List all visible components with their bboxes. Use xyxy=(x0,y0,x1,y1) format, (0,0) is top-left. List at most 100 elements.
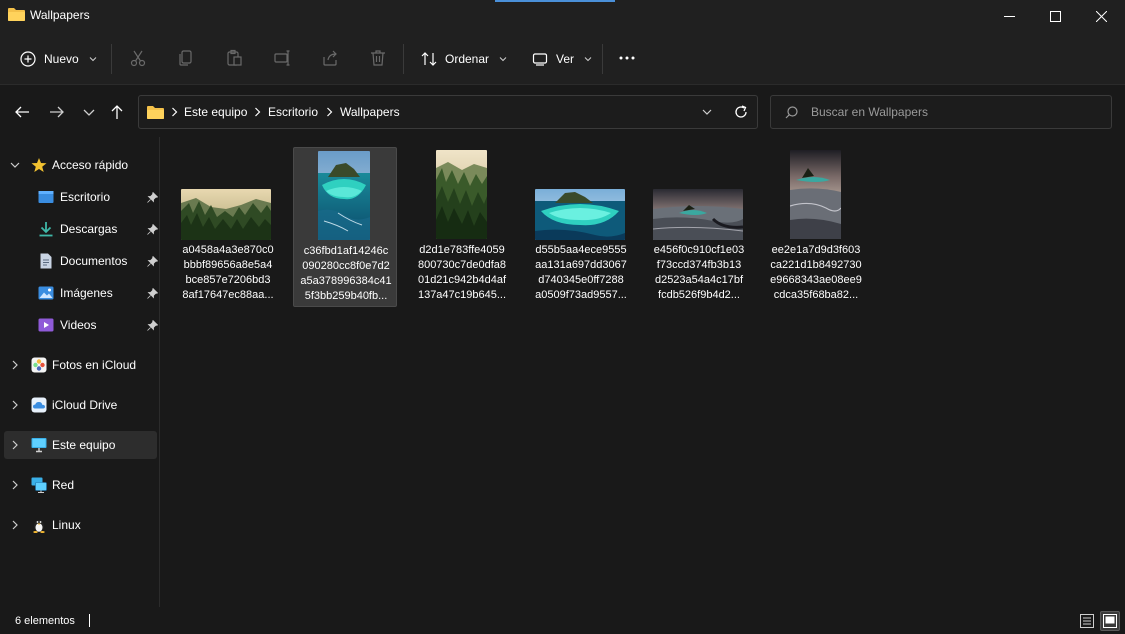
search-placeholder: Buscar en Wallpapers xyxy=(811,105,928,119)
breadcrumb-wallpapers[interactable]: Wallpapers xyxy=(340,105,400,119)
copy-icon[interactable] xyxy=(177,49,195,67)
sort-icon xyxy=(421,52,437,66)
command-bar: Nuevo Ordenar Ver xyxy=(0,32,1125,85)
pin-icon[interactable] xyxy=(147,320,158,331)
recent-locations-icon[interactable] xyxy=(80,103,98,121)
breadcrumb-este-equipo[interactable]: Este equipo xyxy=(184,105,247,119)
large-icons-view-button[interactable] xyxy=(1100,611,1120,631)
file-name-line: 137a47c19b645... xyxy=(417,289,507,301)
chevron-right-icon[interactable] xyxy=(10,400,20,410)
file-item[interactable]: a0458a4a3e870c0 bbbf89656a8e5a4 bce857e7… xyxy=(176,147,280,307)
rename-icon[interactable] xyxy=(273,49,291,67)
chevron-down-icon[interactable] xyxy=(702,107,712,117)
chevron-down-icon[interactable] xyxy=(10,160,20,170)
chevron-right-icon xyxy=(327,107,333,117)
icloud-drive-icon xyxy=(31,397,47,413)
sidebar-item-este-equipo[interactable]: Este equipo xyxy=(4,431,157,459)
file-name: d2d1e783ffe4059 800730c7de0dfa8 01d21c94… xyxy=(412,243,512,303)
chevron-right-icon[interactable] xyxy=(10,520,20,530)
file-item[interactable]: d55b5aa4ece9555 aa131a697dd3067 d740345e… xyxy=(529,147,633,307)
file-item[interactable]: ee2e1a7d9d3f603 ca221d1b8492730 e9668343… xyxy=(764,147,868,307)
image-thumbnail xyxy=(318,151,370,240)
sidebar-item-label: Documentos xyxy=(60,254,128,268)
file-name-line: a5a378996384c41 xyxy=(300,275,392,287)
chevron-down-icon xyxy=(499,57,507,62)
pin-icon[interactable] xyxy=(147,288,158,299)
sidebar-item-quick-access[interactable]: Acceso rápido xyxy=(4,151,157,179)
file-item[interactable]: e456f0c910cf1e03 f73ccd374fb3b13 d2523a5… xyxy=(647,147,751,307)
file-name-line: 5f3bb259b40fb... xyxy=(304,290,388,302)
file-name: ee2e1a7d9d3f603 ca221d1b8492730 e9668343… xyxy=(766,243,866,303)
title-accent-line xyxy=(495,0,615,2)
large-icons-view-icon xyxy=(1103,614,1117,628)
chevron-right-icon[interactable] xyxy=(10,440,20,450)
sidebar-item-imagenes[interactable]: Imágenes xyxy=(4,279,158,307)
maximize-icon xyxy=(1049,10,1061,22)
back-arrow-icon[interactable] xyxy=(13,103,31,121)
view-label: Ver xyxy=(556,52,575,66)
chevron-right-icon[interactable] xyxy=(10,480,20,490)
sidebar-item-label: Este equipo xyxy=(52,438,116,452)
sidebar-item-linux[interactable]: Linux xyxy=(4,511,157,539)
file-item[interactable]: d2d1e783ffe4059 800730c7de0dfa8 01d21c94… xyxy=(410,147,514,307)
file-name: a0458a4a3e870c0 bbbf89656a8e5a4 bce857e7… xyxy=(178,243,278,303)
pin-icon[interactable] xyxy=(147,256,158,267)
toolbar-divider xyxy=(403,44,404,74)
item-count: 6 elementos xyxy=(15,615,75,627)
chevron-down-icon xyxy=(89,57,97,62)
chevron-right-icon xyxy=(172,107,178,117)
file-name: c36fbd1af14246c 090280cc8f0e7d2 a5a37899… xyxy=(296,244,396,304)
plus-circle-icon xyxy=(20,51,36,67)
file-name-line: bce857e7206bd3 xyxy=(185,274,271,286)
title-bar: Wallpapers xyxy=(0,0,1125,32)
sidebar-item-label: Escritorio xyxy=(60,190,111,204)
cut-icon[interactable] xyxy=(129,49,147,67)
star-icon xyxy=(31,158,47,172)
close-button[interactable] xyxy=(1078,0,1124,32)
details-view-button[interactable] xyxy=(1077,611,1097,631)
sidebar-item-label: Imágenes xyxy=(60,286,113,300)
sidebar-item-label: Acceso rápido xyxy=(52,158,129,172)
delete-icon[interactable] xyxy=(369,49,387,67)
file-name-line: e9668343ae08ee9 xyxy=(770,274,862,286)
up-arrow-icon[interactable] xyxy=(108,103,126,121)
sort-label: Ordenar xyxy=(445,52,490,66)
details-view-icon xyxy=(1080,614,1094,628)
file-name-line: d2d1e783ffe4059 xyxy=(419,244,505,256)
document-icon xyxy=(40,253,52,269)
breadcrumb-escritorio[interactable]: Escritorio xyxy=(268,105,318,119)
image-thumbnail xyxy=(653,189,743,240)
share-icon[interactable] xyxy=(321,49,339,67)
file-name-line: f73ccd374fb3b13 xyxy=(656,259,742,271)
file-name-line: aa131a697dd3067 xyxy=(535,259,627,271)
icloud-photos-icon xyxy=(31,357,47,373)
new-button[interactable]: Nuevo xyxy=(20,44,97,74)
file-name-line: cdca35f68ba82... xyxy=(773,289,859,301)
address-bar[interactable]: Este equipo Escritorio Wallpapers xyxy=(138,95,758,129)
sidebar-item-descargas[interactable]: Descargas xyxy=(4,215,158,243)
sidebar-item-red[interactable]: Red xyxy=(4,471,157,499)
sidebar-item-fotos-icloud[interactable]: Fotos en iCloud xyxy=(4,351,157,379)
chevron-right-icon[interactable] xyxy=(10,360,20,370)
paste-icon[interactable] xyxy=(225,49,243,67)
file-name-line: 800730c7de0dfa8 xyxy=(417,259,507,271)
minimize-button[interactable] xyxy=(986,0,1032,32)
file-item-selected[interactable]: c36fbd1af14246c 090280cc8f0e7d2 a5a37899… xyxy=(293,147,397,307)
sidebar-item-videos[interactable]: Videos xyxy=(4,311,158,339)
maximize-button[interactable] xyxy=(1032,0,1078,32)
sidebar-item-documentos[interactable]: Documentos xyxy=(4,247,158,275)
search-box[interactable]: Buscar en Wallpapers xyxy=(770,95,1112,129)
sidebar-item-icloud-drive[interactable]: iCloud Drive xyxy=(4,391,157,419)
file-name-line: d55b5aa4ece9555 xyxy=(535,244,627,256)
pin-icon[interactable] xyxy=(147,224,158,235)
download-icon xyxy=(39,222,53,237)
more-icon[interactable] xyxy=(618,49,636,67)
folder-icon xyxy=(147,106,164,119)
sort-button[interactable]: Ordenar xyxy=(421,44,507,74)
pin-icon[interactable] xyxy=(147,192,158,203)
view-button[interactable]: Ver xyxy=(532,44,592,74)
refresh-icon[interactable] xyxy=(733,104,749,120)
forward-arrow-icon[interactable] xyxy=(48,103,66,121)
file-name-line: 8af17647ec88aa... xyxy=(182,289,274,301)
sidebar-item-escritorio[interactable]: Escritorio xyxy=(4,183,158,211)
